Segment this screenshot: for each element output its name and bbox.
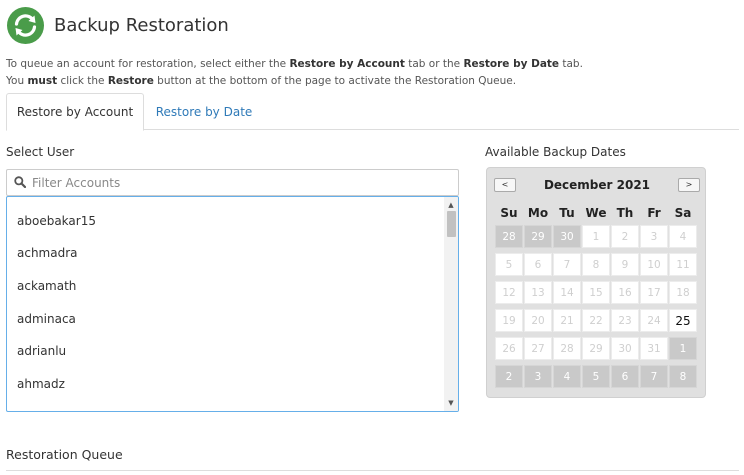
restore-tabs: Restore by Account Restore by Date <box>6 93 739 131</box>
intro-line-2: You must click the Restore button at the… <box>6 75 517 87</box>
calendar-day: 22 <box>582 309 610 332</box>
calendar-day: 1 <box>582 225 610 248</box>
calendar-day: 19 <box>495 309 523 332</box>
calendar-day: 5 <box>582 365 610 388</box>
backup-date-calendar: < December 2021 > Su Mo Tu We Th Fr Sa 28 29 30 1… <box>486 167 706 398</box>
filter-accounts-field[interactable] <box>6 169 459 196</box>
queue-divider <box>6 470 739 471</box>
calendar-day: 24 <box>640 309 668 332</box>
calendar-day: 26 <box>495 337 523 360</box>
calendar-day: 2 <box>495 365 523 388</box>
calendar-day: 13 <box>524 281 552 304</box>
scrollbar-thumb[interactable] <box>447 211 456 237</box>
calendar-day: 16 <box>611 281 639 304</box>
tab-restore-by-date[interactable]: Restore by Date <box>144 93 264 130</box>
calendar-day-available[interactable]: 25 <box>669 309 697 332</box>
search-icon <box>14 173 27 192</box>
user-list[interactable]: aboebakar15 achmadra ackamath adminaca a… <box>6 196 459 412</box>
calendar-day: 29 <box>524 225 552 248</box>
scroll-up-icon[interactable]: ▲ <box>444 199 458 211</box>
calendar-day: 30 <box>553 225 581 248</box>
calendar-day: 3 <box>524 365 552 388</box>
calendar-day: 7 <box>640 365 668 388</box>
calendar-day: 20 <box>524 309 552 332</box>
calendar-weekday: Sa <box>674 206 692 220</box>
select-user-label: Select User <box>6 145 75 159</box>
calendar-next-button[interactable]: > <box>678 178 700 192</box>
user-list-scrollbar[interactable]: ▲ ▼ <box>444 197 458 411</box>
calendar-weekday: Mo <box>527 206 549 220</box>
calendar-month-title: December 2021 <box>543 178 651 192</box>
calendar-weekday: Fr <box>647 206 661 220</box>
tab-restore-by-account[interactable]: Restore by Account <box>6 93 144 131</box>
user-list-item[interactable]: adrianlu <box>17 344 66 358</box>
calendar-day: 3 <box>640 225 668 248</box>
backup-restore-icon <box>7 6 44 44</box>
filter-accounts-input[interactable] <box>32 175 432 190</box>
intro-line-1: To queue an account for restoration, sel… <box>6 58 583 70</box>
calendar-day: 31 <box>640 337 668 360</box>
calendar-day: 30 <box>611 337 639 360</box>
calendar-day: 4 <box>669 225 697 248</box>
user-list-item[interactable]: aboebakar15 <box>17 214 96 228</box>
calendar-day: 11 <box>669 253 697 276</box>
calendar-day: 23 <box>611 309 639 332</box>
page-title: Backup Restoration <box>54 14 229 36</box>
calendar-day: 14 <box>553 281 581 304</box>
user-list-item[interactable]: ahmadz <box>17 377 65 391</box>
calendar-day: 21 <box>553 309 581 332</box>
available-backup-dates-label: Available Backup Dates <box>485 145 626 159</box>
intro-text: To queue an account for restoration, sel… <box>6 56 583 90</box>
user-list-item[interactable]: achmadra <box>17 246 78 260</box>
calendar-day: 8 <box>669 365 697 388</box>
calendar-day: 27 <box>524 337 552 360</box>
calendar-day: 7 <box>553 253 581 276</box>
calendar-day: 4 <box>553 365 581 388</box>
calendar-weekday: Tu <box>559 206 575 220</box>
scroll-down-icon[interactable]: ▼ <box>444 397 458 409</box>
calendar-header: < December 2021 > <box>487 174 707 194</box>
calendar-day: 1 <box>669 337 697 360</box>
calendar-day: 18 <box>669 281 697 304</box>
calendar-day: 6 <box>611 365 639 388</box>
calendar-weekday: We <box>585 206 607 220</box>
calendar-day: 28 <box>553 337 581 360</box>
calendar-day: 2 <box>611 225 639 248</box>
calendar-day: 28 <box>495 225 523 248</box>
calendar-day: 9 <box>611 253 639 276</box>
calendar-weekday: Th <box>616 206 634 220</box>
calendar-day: 29 <box>582 337 610 360</box>
calendar-day: 15 <box>582 281 610 304</box>
calendar-day: 12 <box>495 281 523 304</box>
calendar-day: 6 <box>524 253 552 276</box>
calendar-day: 8 <box>582 253 610 276</box>
calendar-day: 10 <box>640 253 668 276</box>
page-header: Backup Restoration <box>7 6 229 44</box>
user-list-item[interactable]: adminaca <box>17 312 76 326</box>
user-list-item[interactable]: ackamath <box>17 279 76 293</box>
calendar-day: 5 <box>495 253 523 276</box>
calendar-day: 17 <box>640 281 668 304</box>
calendar-weekday: Su <box>500 206 518 220</box>
restoration-queue-title: Restoration Queue <box>6 447 123 462</box>
